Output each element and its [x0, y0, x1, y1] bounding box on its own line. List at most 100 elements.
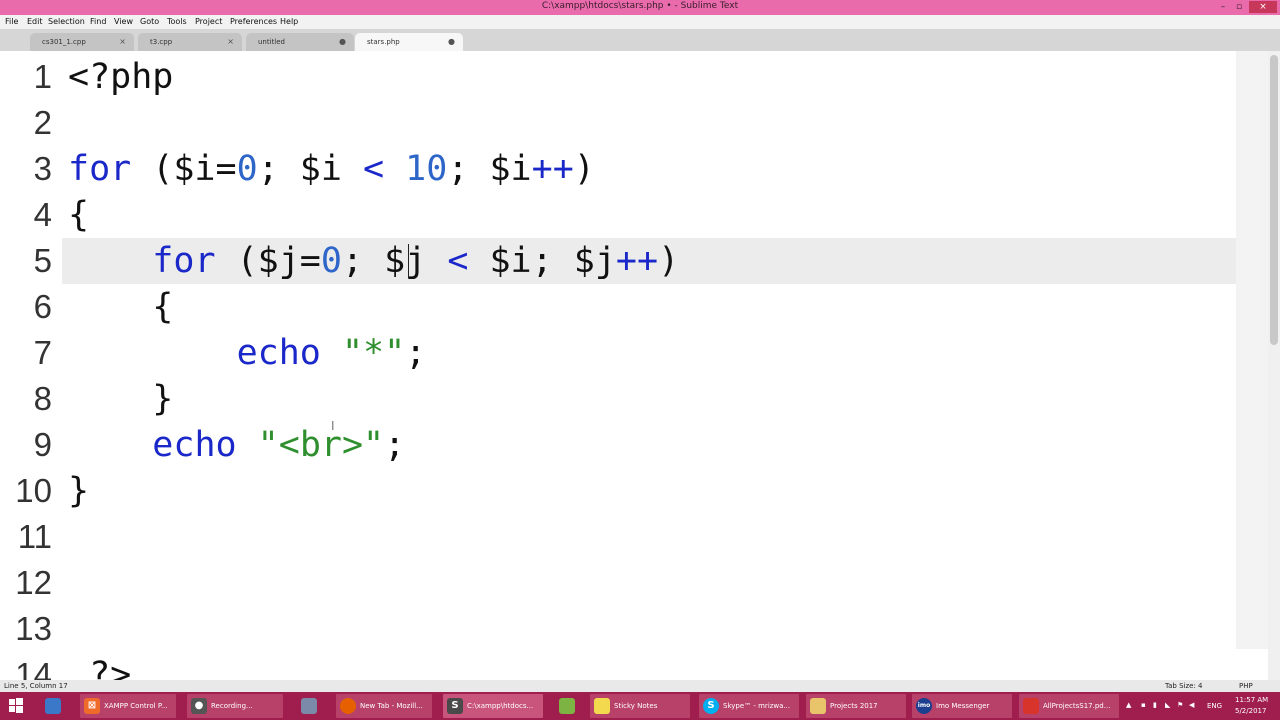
line-number: 10: [15, 472, 52, 509]
status-bar: Line 5, Column 17 Tab Size: 4 PHP: [0, 680, 1280, 692]
line-number: 2: [33, 104, 52, 141]
recorder-icon: ●: [191, 698, 207, 714]
volume-icon[interactable]: ◀: [1189, 701, 1194, 709]
tray-app-icon[interactable]: ▪: [1141, 701, 1146, 709]
line-number: 14: [15, 656, 52, 680]
tab-dirty-icon[interactable]: ●: [448, 37, 455, 46]
tab-label: t3.cpp: [150, 38, 173, 46]
tab-t3-cpp[interactable]: t3.cpp ×: [138, 33, 242, 51]
taskbar-item-sticky-notes[interactable]: Sticky Notes: [590, 694, 690, 718]
windows-logo-icon: [9, 698, 23, 713]
taskbar-label: XAMPP Control P...: [104, 702, 168, 710]
pdf-icon: [1023, 698, 1039, 714]
network-icon[interactable]: ◣: [1165, 701, 1170, 709]
taskbar-item-skype[interactable]: S Skype™ - mrizwa...: [699, 694, 799, 718]
menu-file[interactable]: File: [5, 17, 18, 26]
tab-label: stars.php: [367, 38, 400, 46]
tab-label: cs301_1.cpp: [42, 38, 86, 46]
vertical-scrollbar[interactable]: [1268, 51, 1280, 680]
taskbar-label: Recording...: [211, 702, 253, 710]
minimize-button[interactable]: –: [1215, 1, 1231, 13]
line-number: 3: [33, 150, 52, 187]
code-line-14: ?>: [68, 655, 132, 680]
line-number: 1: [33, 58, 52, 95]
taskbar-pinned-android[interactable]: [552, 694, 582, 718]
taskbar-pinned-app[interactable]: [294, 694, 324, 718]
code-line-4: {: [68, 195, 90, 235]
taskbar-item-pdf[interactable]: AllProjectsS17.pd...: [1019, 694, 1119, 718]
menu-selection[interactable]: Selection: [48, 17, 85, 26]
menu-bar: File Edit Selection Find View Goto Tools…: [0, 15, 1280, 29]
clock-time[interactable]: 11:57 AM: [1235, 696, 1268, 704]
editor-pane[interactable]: 1 2 3 4 5 6 7 8 9 10 11 12 13 14 <?php f…: [0, 51, 1268, 680]
tab-stars-php[interactable]: stars.php ●: [355, 33, 463, 51]
system-tray: ▲ ▪ ▮ ◣ ⚑ ◀ ENG 11:57 AM 5/2/2017: [1124, 692, 1280, 720]
tab-cs301-1-cpp[interactable]: cs301_1.cpp ×: [30, 33, 134, 51]
battery-icon[interactable]: ▮: [1153, 701, 1157, 709]
android-studio-icon: [559, 698, 575, 714]
taskbar-label: Sticky Notes: [614, 702, 658, 710]
line-number: 12: [15, 564, 52, 601]
sticky-notes-icon: [594, 698, 610, 714]
taskbar-label: Skype™ - mrizwa...: [723, 702, 791, 710]
firefox-icon: [340, 698, 356, 714]
taskbar-item-xampp[interactable]: ⊠ XAMPP Control P...: [80, 694, 176, 718]
taskbar-label: C:\xampp\htdocs...: [467, 702, 534, 710]
xampp-icon: ⊠: [84, 698, 100, 714]
line-number: 13: [15, 610, 52, 647]
tab-close-icon[interactable]: ×: [227, 37, 234, 46]
line-number: 7: [33, 334, 52, 371]
menu-find[interactable]: Find: [90, 17, 106, 26]
taskbar-item-firefox[interactable]: New Tab - Mozill...: [336, 694, 432, 718]
clock-date[interactable]: 5/2/2017: [1235, 707, 1266, 715]
code-line-1: <?php: [68, 57, 174, 97]
code-line-9: echo "<br>";: [152, 425, 406, 465]
tray-expand-icon[interactable]: ▲: [1126, 701, 1131, 709]
menu-help[interactable]: Help: [280, 17, 298, 26]
menu-preferences[interactable]: Preferences: [230, 17, 277, 26]
flag-icon[interactable]: ⚑: [1177, 701, 1183, 709]
tab-size[interactable]: Tab Size: 4: [1165, 682, 1202, 690]
tab-dirty-icon[interactable]: ●: [339, 37, 346, 46]
scrollbar-thumb[interactable]: [1270, 55, 1278, 345]
code-line-7: echo "*";: [236, 333, 427, 373]
code-line-8: }: [68, 379, 174, 419]
line-number: 8: [33, 380, 52, 417]
line-number: 4: [33, 196, 52, 233]
file-explorer-button[interactable]: [38, 694, 68, 718]
cursor-position: Line 5, Column 17: [4, 682, 68, 690]
minimap[interactable]: [1236, 51, 1268, 649]
taskbar-item-projects-folder[interactable]: Projects 2017: [806, 694, 906, 718]
start-button[interactable]: [3, 696, 29, 716]
line-number: 5: [33, 242, 52, 279]
language-indicator[interactable]: ENG: [1207, 702, 1222, 710]
menu-edit[interactable]: Edit: [27, 17, 43, 26]
taskbar-label: New Tab - Mozill...: [360, 702, 423, 710]
window-title: C:\xampp\htdocs\stars.php • - Sublime Te…: [541, 1, 739, 11]
line-number: 9: [33, 426, 52, 463]
taskbar-item-imo[interactable]: imo Imo Messenger: [912, 694, 1012, 718]
sublime-text-icon: S: [447, 698, 463, 714]
taskbar: ⊠ XAMPP Control P... ● Recording... New …: [0, 692, 1280, 720]
line-number-gutter: 1 2 3 4 5 6 7 8 9 10 11 12 13 14: [0, 51, 62, 680]
close-button[interactable]: ×: [1249, 1, 1277, 13]
menu-project[interactable]: Project: [195, 17, 222, 26]
app-icon: [301, 698, 317, 714]
file-explorer-icon: [45, 698, 61, 714]
tab-close-icon[interactable]: ×: [119, 37, 126, 46]
tab-untitled[interactable]: untitled ●: [246, 33, 354, 51]
menu-tools[interactable]: Tools: [167, 17, 187, 26]
menu-goto[interactable]: Goto: [140, 17, 159, 26]
code-line-3: for ($i=0; $i < 10; $i++): [68, 149, 595, 189]
title-bar: C:\xampp\htdocs\stars.php • - Sublime Te…: [0, 0, 1280, 15]
taskbar-item-sublime[interactable]: S C:\xampp\htdocs...: [443, 694, 543, 718]
taskbar-label: AllProjectsS17.pd...: [1043, 702, 1111, 710]
ibeam-cursor-icon: I: [331, 419, 335, 433]
tab-strip: cs301_1.cpp × t3.cpp × untitled ● stars.…: [0, 29, 1280, 51]
taskbar-item-recording[interactable]: ● Recording...: [187, 694, 283, 718]
menu-view[interactable]: View: [114, 17, 133, 26]
maximize-button[interactable]: ▫: [1231, 1, 1247, 13]
line-number: 11: [17, 518, 52, 555]
imo-icon: imo: [916, 698, 932, 714]
syntax-mode[interactable]: PHP: [1239, 682, 1253, 690]
